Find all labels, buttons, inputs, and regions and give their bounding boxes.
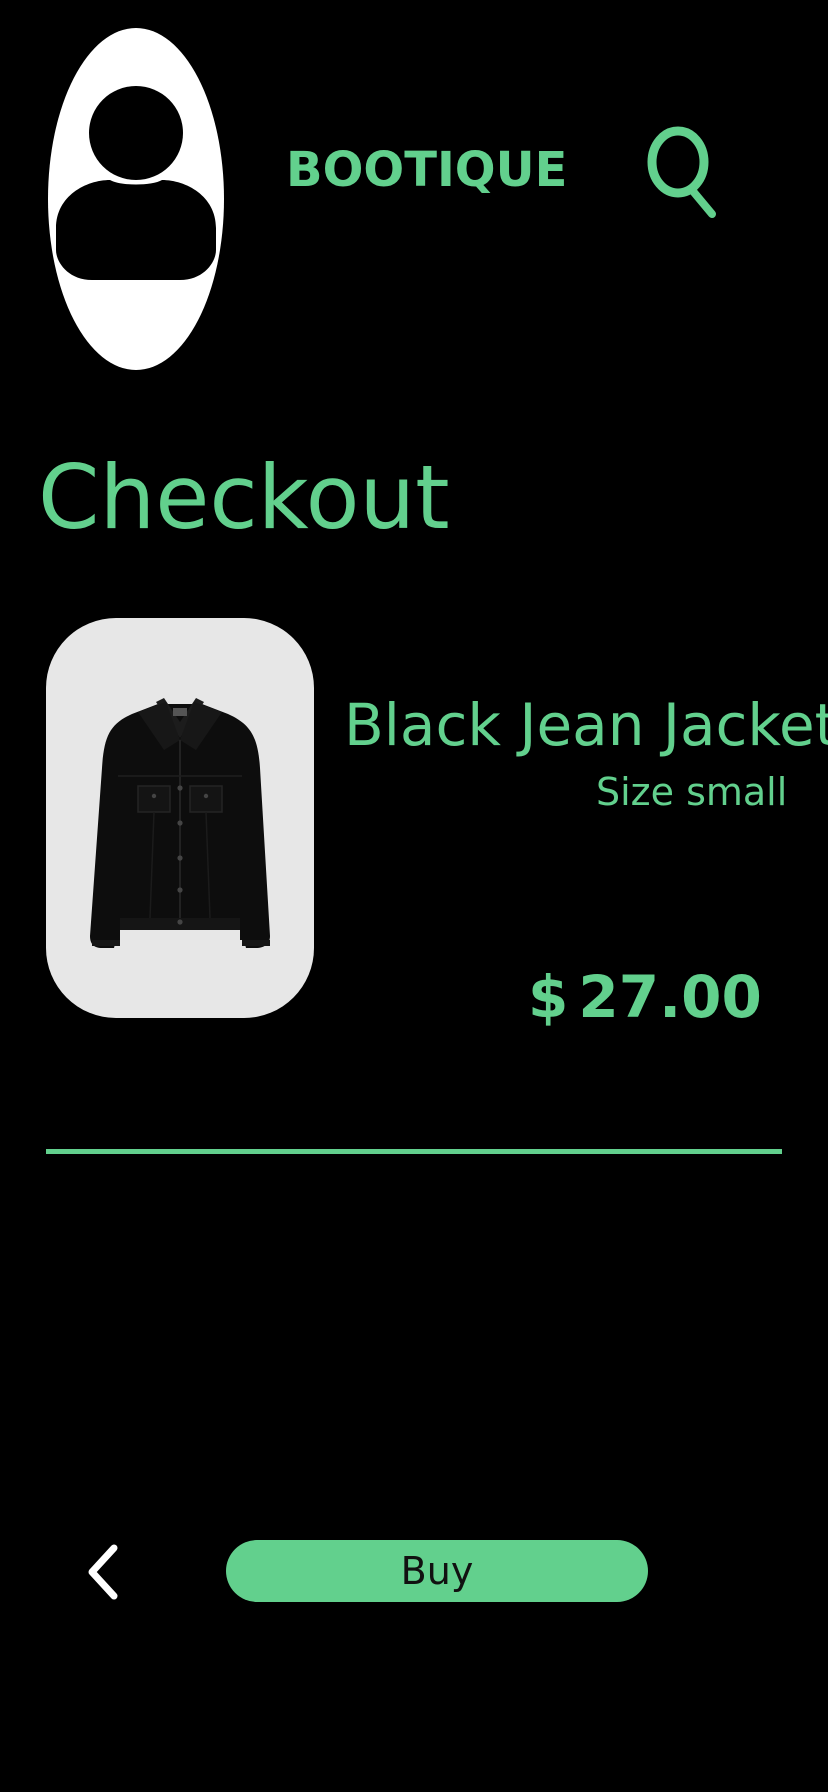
- product-image-card[interactable]: [46, 618, 314, 1018]
- product-name: Black Jean Jacket: [344, 691, 828, 759]
- jacket-image: [90, 698, 270, 948]
- search-icon: [647, 126, 716, 218]
- search-button[interactable]: [644, 124, 730, 224]
- currency-symbol: $: [528, 963, 569, 1031]
- chevron-left-icon: [88, 1544, 118, 1600]
- page-title: Checkout: [38, 446, 450, 549]
- back-button[interactable]: [80, 1540, 130, 1604]
- product-price: $27.00: [528, 962, 762, 1032]
- avatar[interactable]: [48, 28, 224, 370]
- product-size: Size small: [596, 770, 788, 814]
- divider: [46, 1149, 782, 1154]
- buy-button[interactable]: Buy: [226, 1540, 648, 1602]
- user-icon: [56, 86, 216, 280]
- price-value: 27.00: [578, 963, 762, 1031]
- brand-logo[interactable]: BOOTIQUE: [286, 142, 567, 198]
